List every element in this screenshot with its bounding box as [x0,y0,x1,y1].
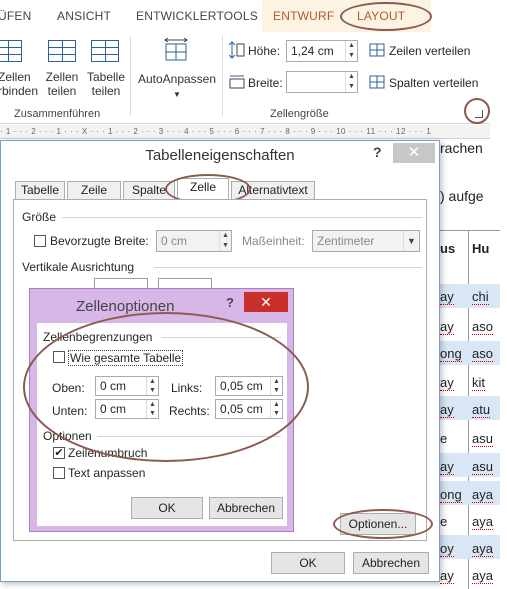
zeilen-verteilen-button[interactable]: Zeilen verteilen [389,44,470,58]
table-cell: ay [440,289,454,305]
table-cell: ong [440,487,462,503]
ausrichtung-divider [154,267,422,268]
hoehe-value: 1,24 cm [291,44,334,58]
zellengroesse-group-label: Zellengröße [270,108,329,120]
abbrechen-button[interactable]: Abbrechen [353,552,429,574]
tabelle-teilen-button[interactable]: Tabelle teilen [84,70,128,98]
ribbon-separator [130,36,131,116]
table-cell: aso [472,319,493,335]
table-cell: aso [472,346,493,362]
table-cell: aya [472,568,493,584]
groesse-label: Größe [22,210,57,224]
zellenoptionen-ok-button[interactable]: OK [131,497,203,519]
ribbon-separator-2 [222,36,223,116]
breite-input[interactable]: ▲ ▼ [286,71,358,93]
distribute-columns-icon [369,75,385,89]
document-text-1: rachen [440,140,483,156]
chevron-down-icon: ▼ [173,90,181,99]
text-anpassen-checkbox[interactable] [53,467,65,479]
bevorzugte-breite-checkbox[interactable] [34,235,46,247]
table-cell: ong [440,346,462,362]
dialog-launcher-highlight [464,98,490,124]
ribbon: Zellen rbinden Zellen teilen Tabelle tei… [0,32,490,124]
table-cell: atu [472,402,491,418]
groesse-divider [62,217,422,218]
document-table: us Hu ay ay ong ay ay e ay ong e oy ay c… [440,230,500,589]
close-button[interactable]: ✕ [393,143,435,163]
table-header-2: Hu [472,241,490,256]
table-header-1: us [440,241,456,256]
zellenoptionen-help-icon[interactable]: ? [226,295,234,310]
tab-entwurf[interactable]: ENTWURF [273,9,334,23]
table-cell: ay [440,375,454,391]
zellen-teilen-label-1: Zellen [45,70,79,84]
zellenbegrenzungen-highlight [23,312,309,462]
text-anpassen-label: Text anpassen [68,466,146,480]
table-cell: e [440,431,448,446]
breite-spinner-icon[interactable]: ▲ ▼ [345,72,357,92]
tab-zeile[interactable]: Zeile [67,181,121,199]
zellen-verbinden-label-2: rbinden [0,84,39,98]
optionen-button-highlight [333,509,433,539]
table-cell: asu [472,459,493,475]
bevorzugte-breite-label: Bevorzugte Breite: [50,234,149,248]
layout-tab-highlight [340,2,432,31]
document-text-2: ) aufge [440,188,484,204]
table-cell: ay [440,459,454,475]
table-cell: chi [472,289,489,305]
ok-button[interactable]: OK [271,552,345,574]
breite-label: Breite: [248,76,283,90]
masseinheit-select[interactable]: Zentimeter ▼ [312,230,420,252]
zellenoptionen-abbrechen-button[interactable]: Abbrechen [209,497,283,519]
table-cell: aya [472,487,493,503]
zellen-teilen-label-2: teilen [47,84,77,98]
hoehe-input[interactable]: 1,24 cm ▲ ▼ [286,40,358,62]
bevorzugte-breite-input[interactable]: 0 cm ▲ ▼ [156,230,232,252]
table-cell: e [440,514,448,529]
table-cell: ay [440,319,454,335]
tab-entwicklertools[interactable]: ENTWICKLERTOOLS [136,9,258,23]
chevron-down-icon[interactable]: ▼ [403,231,419,251]
autoanpassen-icon [164,38,188,61]
table-cell: kit [472,375,485,391]
table-cell: asu [472,431,493,447]
hoehe-label: Höhe: [248,44,281,58]
bevorzugte-breite-spinner-icon[interactable]: ▲ ▼ [219,231,231,251]
bevorzugte-breite-value: 0 cm [161,234,188,248]
column-width-icon [229,75,245,89]
table-cell: ay [440,568,454,584]
zellenoptionen-close-button[interactable]: ✕ [244,292,288,312]
table-cell: aya [472,514,493,530]
autoanpassen-label: AutoAnpassen [137,72,217,86]
row-height-icon [229,41,245,59]
split-table-icon [91,40,119,62]
split-cells-icon [48,40,76,62]
tab-tabelle[interactable]: Tabelle [15,181,65,199]
tab-ansicht[interactable]: ANSICHT [57,9,111,23]
tabelle-teilen-label-1: Tabelle [86,70,126,84]
autoanpassen-button[interactable]: AutoAnpassen ▼ [136,72,218,102]
tab-pruefen[interactable]: ÜFEN [0,9,31,23]
tabelle-teilen-label-2: teilen [91,84,121,98]
masseinheit-label: Maßeinheit: [242,234,305,248]
table-cell: ay [440,402,454,418]
zellen-teilen-button[interactable]: Zellen teilen [42,70,82,98]
zellen-verbinden-button[interactable]: Zellen rbinden [0,70,39,98]
distribute-rows-icon [369,43,385,57]
spalten-verteilen-button[interactable]: Spalten verteilen [389,76,478,90]
ribbon-tab-bar: ÜFEN ANSICHT ENTWICKLERTOOLS ENTWURF LAY… [0,0,490,32]
merge-cells-icon [0,40,22,62]
horizontal-ruler: · 1 · · · 2 · · · 1 · · · X · · · 1 · · … [0,125,490,139]
masseinheit-value: Zentimeter [317,234,375,248]
zellen-verbinden-label-1: Zellen [0,70,31,84]
zeilenumbruch-checkbox[interactable]: ✔ [53,447,65,459]
zusammenfuehren-group-label: Zusammenführen [14,108,101,120]
table-cell: aya [472,541,493,557]
hoehe-spinner-icon[interactable]: ▲ ▼ [345,41,357,61]
table-cell: oy [440,541,454,557]
help-icon[interactable]: ? [373,144,382,160]
vertikale-ausrichtung-label: Vertikale Ausrichtung [22,260,135,274]
